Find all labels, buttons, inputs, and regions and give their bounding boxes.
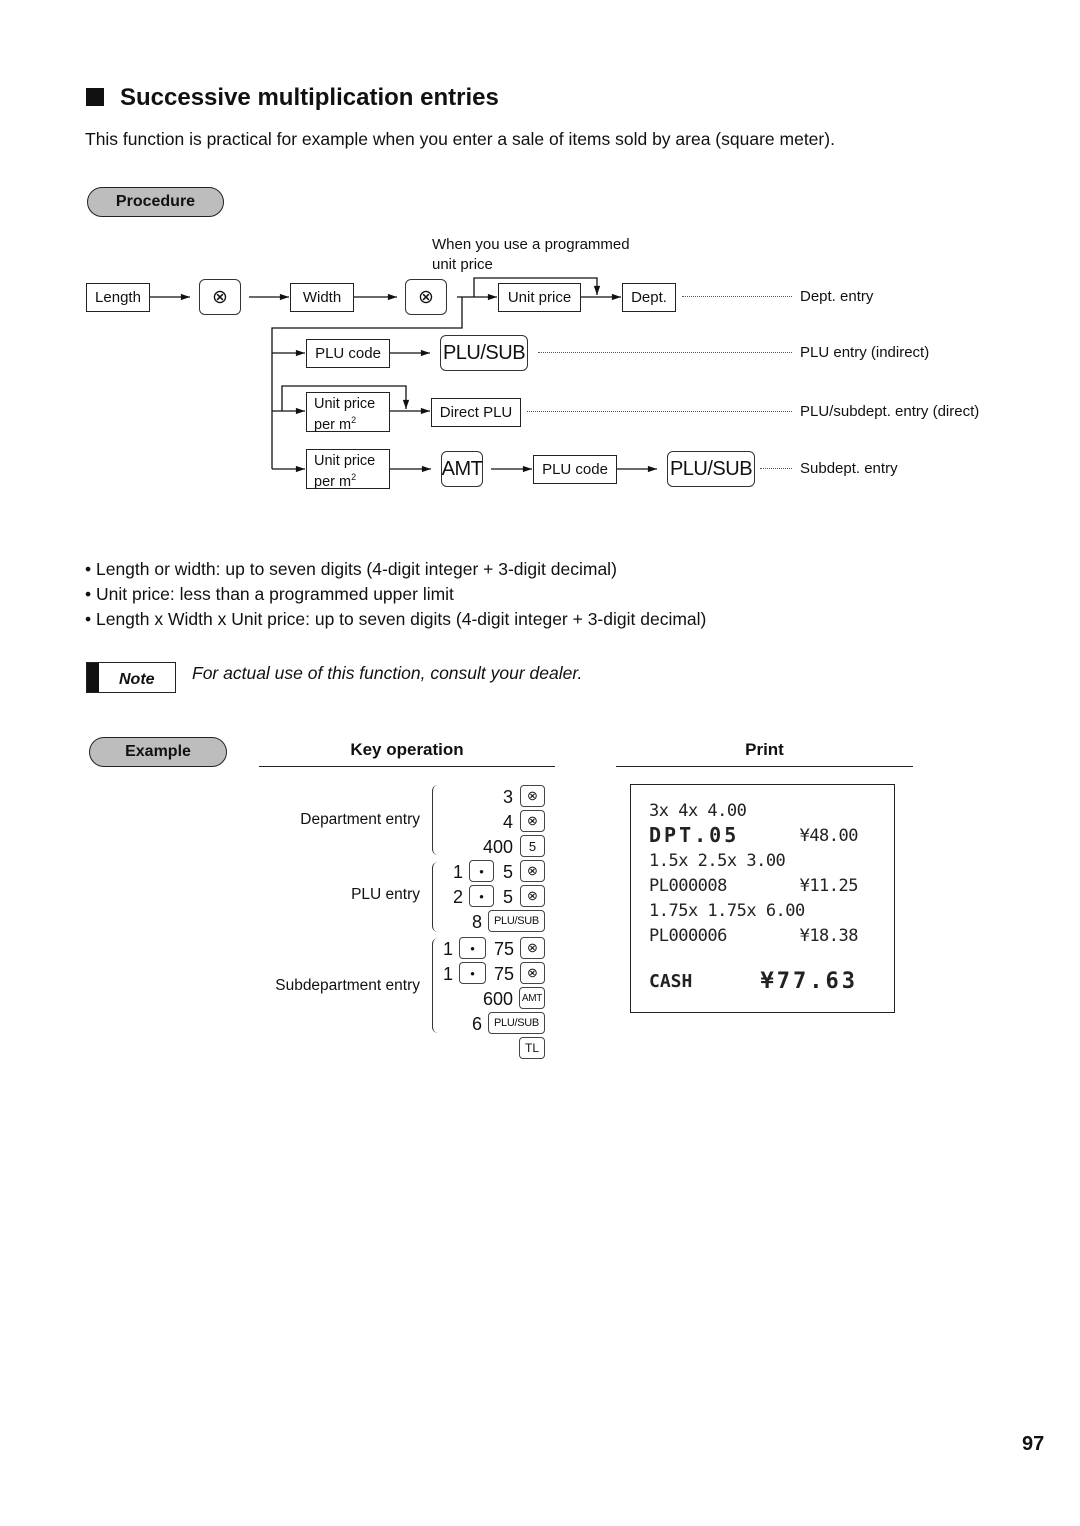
brace xyxy=(432,785,438,855)
plu-code-box: PLU code xyxy=(533,455,617,484)
key-number: 1 xyxy=(452,862,463,882)
unit-price-per-m2-box: Unit price per m2 xyxy=(306,392,390,433)
list-item: • Unit price: less than a programmed upp… xyxy=(85,584,454,604)
multiply-key[interactable]: ⊗ xyxy=(520,885,545,907)
multiply-key[interactable]: ⊗ xyxy=(520,962,545,984)
decimal-point-key[interactable]: • xyxy=(469,885,494,907)
direct-plu-box: Direct PLU xyxy=(431,398,521,427)
note-text: For actual use of this function, consult… xyxy=(192,663,583,683)
plu-sub-key[interactable]: PLU/SUB xyxy=(667,451,755,487)
receipt-total: ¥77.63 xyxy=(760,969,858,994)
key-number: 6 xyxy=(471,1014,482,1034)
multiply-key[interactable]: ⊗ xyxy=(520,860,545,882)
multiply-icon: ⊗ xyxy=(418,286,434,308)
example-label: Example xyxy=(89,737,227,767)
receipt-amount: ¥11.25 xyxy=(799,876,859,896)
constraints-list: • Length or width: up to seven digits (4… xyxy=(85,557,706,632)
receipt-printout: 3x 4x 4.00 DPT.05 ¥48.00 1.5x 2.5x 3.00 … xyxy=(630,784,895,1013)
key-number: 4 xyxy=(502,812,513,832)
plu-sub-key[interactable]: PLU/SUB xyxy=(440,335,528,371)
receipt-line: DPT.05 xyxy=(649,823,740,847)
print-header: Print xyxy=(616,740,913,767)
receipt-line: CASH xyxy=(649,971,693,992)
brace xyxy=(432,862,438,932)
multiply-key[interactable]: ⊗ xyxy=(520,937,545,959)
plu-code-box: PLU code xyxy=(306,339,390,368)
multiply-key[interactable]: ⊗ xyxy=(520,810,545,832)
key-number: 1 xyxy=(442,964,453,984)
receipt-line: 1.75x 1.75x 6.00 xyxy=(649,901,805,921)
receipt-amount: ¥18.38 xyxy=(799,926,859,946)
key-operation-header: Key operation xyxy=(259,740,555,767)
note-badge: Note xyxy=(86,662,176,693)
group-label-subdepartment: Subdepartment entry xyxy=(275,977,420,994)
key-number: 400 xyxy=(482,837,513,857)
result-plu-direct: PLU/subdept. entry (direct) xyxy=(800,403,980,420)
receipt-line: 3x 4x 4.00 xyxy=(649,801,747,821)
page-number: 97 xyxy=(1022,1433,1045,1455)
receipt-amount: ¥48.00 xyxy=(799,826,859,846)
decimal-point-key[interactable]: • xyxy=(459,962,486,984)
decimal-point-key[interactable]: • xyxy=(459,937,486,959)
multiply-key[interactable]: ⊗ xyxy=(199,279,241,315)
decimal-point-key[interactable]: • xyxy=(469,860,494,882)
list-item: • Length or width: up to seven digits (4… xyxy=(85,559,617,579)
width-box: Width xyxy=(290,283,354,312)
leader-dots xyxy=(527,411,792,412)
plu-sub-key[interactable]: PLU/SUB xyxy=(488,1012,545,1034)
key-number: 1 xyxy=(442,939,453,959)
key-number: 600 xyxy=(482,989,513,1009)
receipt-line: 1.5x 2.5x 3.00 xyxy=(649,851,786,871)
result-subdept-entry: Subdept. entry xyxy=(800,460,898,477)
key-number: 2 xyxy=(452,887,463,907)
leader-dots xyxy=(682,296,792,297)
key-number: 5 xyxy=(502,887,513,907)
length-box: Length xyxy=(86,283,150,312)
key-number: 75 xyxy=(493,939,514,959)
list-item: • Length x Width x Unit price: up to sev… xyxy=(85,609,707,629)
key-number: 3 xyxy=(502,787,513,807)
amt-key[interactable]: AMT xyxy=(441,451,483,487)
dept-box: Dept. xyxy=(622,283,676,312)
unit-price-per-m2-box: Unit price per m2 xyxy=(306,449,390,490)
receipt-line: PL000008 xyxy=(649,876,727,896)
programmed-price-note: When you use a programmed unit price xyxy=(432,236,630,273)
leader-dots xyxy=(538,352,792,353)
multiply-icon: ⊗ xyxy=(212,286,228,308)
total-key[interactable]: TL xyxy=(519,1037,545,1059)
dept-5-key[interactable]: 5 xyxy=(520,835,545,857)
result-dept-entry: Dept. entry xyxy=(800,288,874,305)
key-number: 8 xyxy=(471,912,482,932)
group-label-department: Department entry xyxy=(300,811,420,828)
unit-price-box: Unit price xyxy=(498,283,581,312)
amt-key[interactable]: AMT xyxy=(519,987,545,1009)
key-number: 75 xyxy=(493,964,514,984)
plu-sub-key[interactable]: PLU/SUB xyxy=(488,910,545,932)
key-number: 5 xyxy=(502,862,513,882)
receipt-line: PL000006 xyxy=(649,926,727,946)
multiply-key[interactable]: ⊗ xyxy=(520,785,545,807)
leader-dots xyxy=(760,468,792,469)
group-label-plu: PLU entry xyxy=(351,886,420,903)
multiply-key[interactable]: ⊗ xyxy=(405,279,447,315)
result-plu-indirect: PLU entry (indirect) xyxy=(800,344,930,361)
